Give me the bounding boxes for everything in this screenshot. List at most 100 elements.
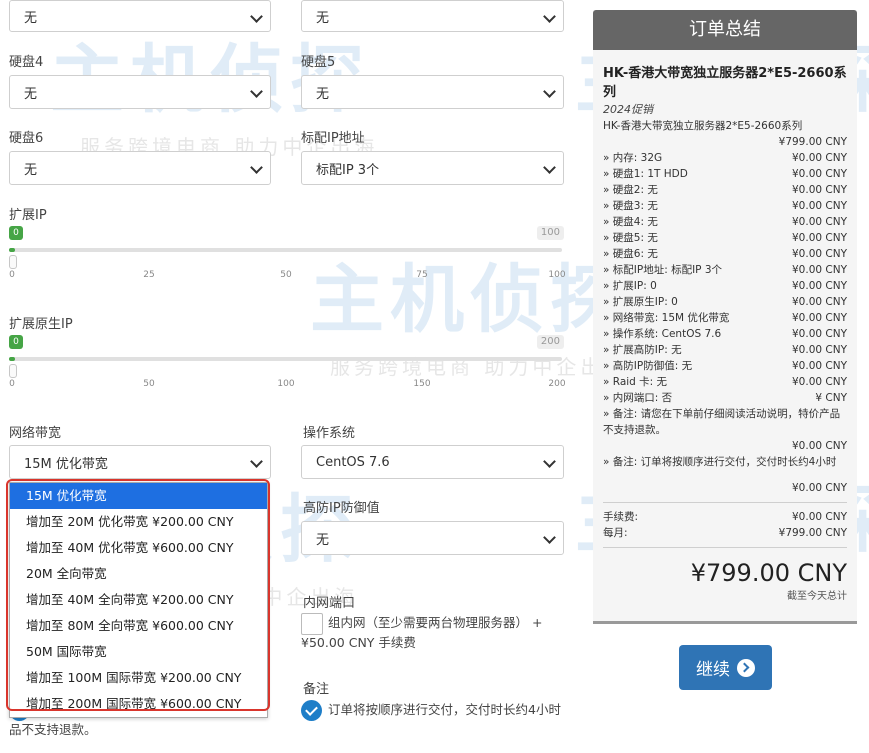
- ddos-select[interactable]: 无: [301, 521, 564, 555]
- extra-native-ip-label: 扩展原生IP: [9, 317, 73, 332]
- config-row-price: ¥0.00 CNY: [792, 168, 847, 180]
- disk-select-top-left[interactable]: 无: [9, 0, 271, 32]
- config-row-label: » 硬盘5: 无: [603, 232, 658, 244]
- total-price: ¥799.00 CNY: [690, 559, 847, 587]
- extra-ip-slider[interactable]: 0 100 0 25 50 75 100: [9, 226, 566, 284]
- slider-track[interactable]: [9, 248, 562, 252]
- config-row-label: » 操作系统: CentOS 7.6: [603, 328, 722, 340]
- config-row-label: » 硬盘2: 无: [603, 184, 658, 196]
- extra-ip-label: 扩展IP: [9, 208, 47, 223]
- divider: [603, 547, 847, 548]
- config-row-label: » Raid 卡: 无: [603, 376, 668, 388]
- select-value: 无: [316, 86, 330, 102]
- remark-option-text: 订单将按顺序进行交付，交付时长约4小时: [328, 702, 561, 717]
- slider-current-value: 0: [9, 226, 23, 240]
- disk4-label: 硬盘4: [9, 55, 44, 70]
- config-row-label: » 硬盘6: 无: [603, 248, 658, 260]
- config-row-price: ¥0.00 CNY: [792, 296, 847, 308]
- slider-fill: [9, 357, 15, 361]
- order-summary-header: 订单总结: [593, 10, 857, 50]
- select-value: CentOS 7.6: [316, 454, 390, 470]
- select-value: 15M 优化带宽: [24, 456, 108, 472]
- config-row-price: ¥0.00 CNY: [792, 232, 847, 244]
- chevron-down-icon: [250, 455, 263, 468]
- arrow-right-circle-icon: [737, 658, 755, 677]
- os-label: 操作系统: [303, 426, 356, 441]
- config-row-price: ¥0.00 CNY: [792, 152, 847, 164]
- slider-track[interactable]: [9, 357, 562, 361]
- chevron-down-icon: [543, 10, 556, 23]
- note2-text: » 备注: 订单将按顺序进行交付，交付时长约4小时: [603, 456, 837, 468]
- disk4-select[interactable]: 无: [9, 75, 271, 109]
- continue-label: 继续: [696, 660, 730, 680]
- slider-current-value: 0: [9, 335, 23, 349]
- monthly-value: ¥799.00 CNY: [778, 527, 847, 539]
- slider-handle[interactable]: [9, 255, 17, 269]
- chevron-down-icon: [543, 161, 556, 174]
- slider-tick: 50: [143, 379, 155, 389]
- highlight-frame: [6, 479, 270, 711]
- select-value: 无: [316, 532, 330, 548]
- watermark-brand: 主机侦探: [50, 20, 378, 127]
- config-row-label: » 扩展高防IP: 无: [603, 344, 682, 356]
- slider-fill: [9, 248, 15, 252]
- select-value: 无: [24, 162, 38, 178]
- disk5-select[interactable]: 无: [301, 75, 564, 109]
- config-row-price: ¥0.00 CNY: [792, 248, 847, 260]
- slider-tick: 100: [548, 270, 566, 280]
- extra-native-ip-slider[interactable]: 0 200 0 50 100 150 200: [9, 335, 566, 393]
- config-row: » 内存: 32G ¥0.00 CNY: [603, 150, 847, 166]
- config-row-price: ¥0.00 CNY: [792, 312, 847, 324]
- note2-price: ¥0.00 CNY: [792, 482, 847, 494]
- continue-button[interactable]: 继续: [679, 645, 772, 690]
- note1-price: ¥0.00 CNY: [792, 440, 847, 452]
- total-note: 截至今天总计: [787, 591, 847, 602]
- note1-text: » 备注: 请您在下单前仔细阅读活动说明，特价产品不支持退款。: [603, 408, 841, 436]
- disk6-select[interactable]: 无: [9, 151, 271, 185]
- remark-label: 备注: [303, 682, 330, 697]
- slider-ticks: 0 50 100 150 200: [9, 379, 565, 391]
- slider-max-value: 100: [536, 226, 564, 240]
- config-row: » 硬盘3: 无 ¥0.00 CNY: [603, 198, 847, 214]
- disk5-label: 硬盘5: [301, 55, 336, 70]
- config-row: » 硬盘5: 无 ¥0.00 CNY: [603, 230, 847, 246]
- fee-value: ¥0.00 CNY: [792, 511, 847, 523]
- chevron-down-icon: [250, 10, 263, 23]
- config-row: » 内网端口: 否 ¥ CNY: [603, 390, 847, 406]
- chevron-down-icon: [543, 85, 556, 98]
- chevron-down-icon: [250, 161, 263, 174]
- config-row-label: » 硬盘3: 无: [603, 200, 658, 212]
- config-row-label: » 内存: 32G: [603, 152, 663, 164]
- disk-select-top-right[interactable]: 无: [301, 0, 564, 32]
- config-row-label: » 硬盘1: 1T HDD: [603, 168, 688, 180]
- config-row-price: ¥ CNY: [815, 392, 847, 404]
- slider-max-value: 200: [536, 335, 564, 349]
- config-row-price: ¥0.00 CNY: [792, 184, 847, 196]
- slider-ticks: 0 25 50 75 100: [9, 270, 566, 282]
- config-row-price: ¥0.00 CNY: [792, 344, 847, 356]
- config-row: » 扩展IP: 0 ¥0.00 CNY: [603, 278, 847, 294]
- fee-label: 手续费:: [603, 511, 639, 523]
- ddos-label: 高防IP防御值: [303, 501, 380, 516]
- config-row: » 操作系统: CentOS 7.6 ¥0.00 CNY: [603, 326, 847, 342]
- disk6-label: 硬盘6: [9, 131, 44, 146]
- order-summary-panel: 订单总结 HK-香港大带宽独立服务器2*E5-2660系列 2024促销 HK-…: [593, 10, 857, 624]
- slider-tick: 25: [143, 270, 155, 280]
- config-row-label: » 硬盘4: 无: [603, 216, 658, 228]
- os-select[interactable]: CentOS 7.6: [301, 445, 564, 479]
- config-row: » 网络带宽: 15M 优化带宽 ¥0.00 CNY: [603, 310, 847, 326]
- standard-ip-select[interactable]: 标配IP 3个: [301, 151, 564, 185]
- config-row-price: ¥0.00 CNY: [792, 328, 847, 340]
- config-row: » 硬盘1: 1T HDD ¥0.00 CNY: [603, 166, 847, 182]
- config-row: » 硬盘6: 无 ¥0.00 CNY: [603, 246, 847, 262]
- bandwidth-select[interactable]: 15M 优化带宽: [9, 445, 271, 479]
- product-price: ¥799.00 CNY: [778, 136, 847, 148]
- chevron-down-icon: [250, 85, 263, 98]
- config-row: » 硬盘2: 无 ¥0.00 CNY: [603, 182, 847, 198]
- config-row-price: ¥0.00 CNY: [792, 360, 847, 372]
- slider-tick: 0: [9, 379, 15, 389]
- select-value: 无: [24, 10, 38, 26]
- slider-handle[interactable]: [9, 364, 17, 378]
- select-value: 无: [24, 86, 38, 102]
- config-row-label: » 内网端口: 否: [603, 392, 673, 404]
